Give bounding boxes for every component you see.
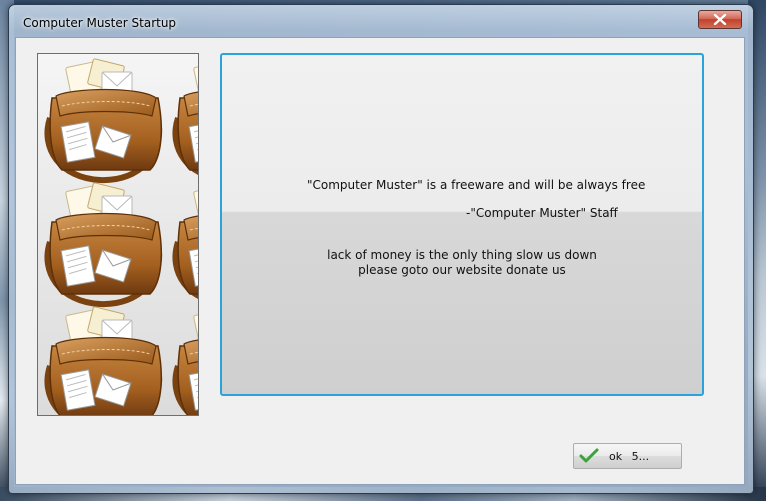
message-panel: "Computer Muster" is a freeware and will… [220,53,704,396]
startup-dialog-window: Computer Muster Startup "Computer Muster… [8,4,754,494]
donation-notice: lack of money is the only thing slow us … [327,248,597,262]
ok-button-label: ok 5... [609,450,650,463]
close-button[interactable] [698,10,742,29]
ok-button[interactable]: ok 5... [573,443,682,469]
donation-request: please goto our website donate us [358,263,566,277]
staff-signature: -"Computer Muster" Staff [466,206,618,220]
checkmark-icon [579,448,599,463]
window-title: Computer Muster Startup [23,16,177,30]
mailbag-illustration [37,53,199,416]
freeware-notice: "Computer Muster" is a freeware and will… [307,178,646,192]
dialog-client-area: "Computer Muster" is a freeware and will… [15,37,745,485]
close-icon [713,14,727,25]
